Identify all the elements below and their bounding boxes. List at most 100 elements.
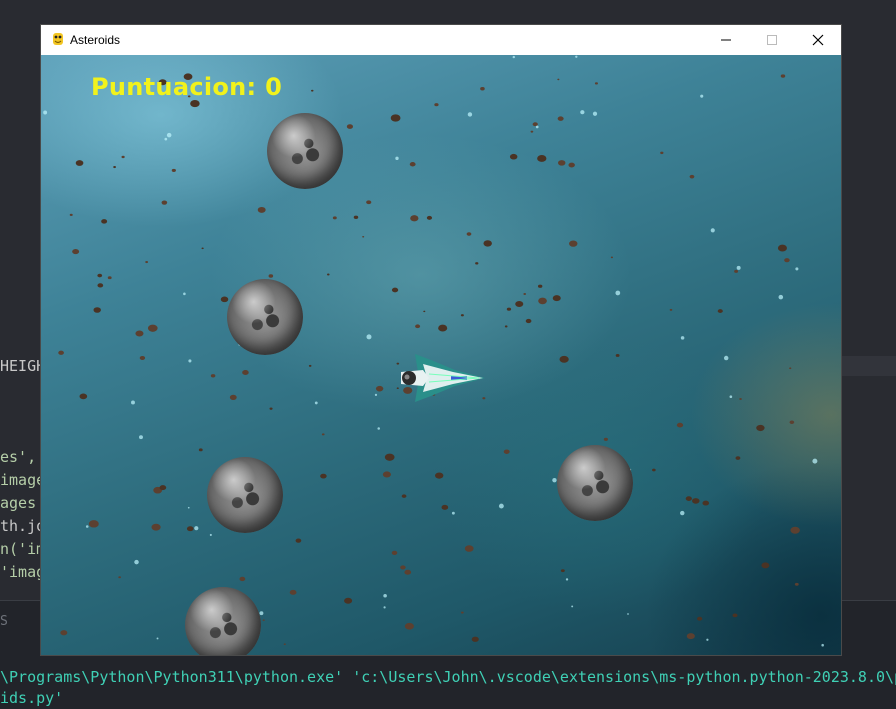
- debris-rock: [594, 82, 598, 85]
- debris-rock: [483, 240, 492, 247]
- maximize-button[interactable]: [749, 25, 795, 55]
- debris-rock: [538, 297, 547, 305]
- debris-rock: [552, 295, 561, 302]
- debris-rock: [530, 130, 534, 133]
- star: [615, 290, 621, 296]
- debris-rock: [283, 643, 286, 645]
- star: [374, 393, 378, 397]
- debris-rock: [382, 471, 391, 478]
- debris-rock: [242, 370, 249, 375]
- debris-rock: [344, 597, 353, 604]
- star: [377, 427, 380, 430]
- asteroid: [557, 445, 633, 521]
- star: [164, 137, 168, 141]
- editor-line: n('im: [0, 540, 46, 558]
- star: [778, 294, 784, 300]
- debris-rock: [480, 87, 485, 91]
- debris-rock: [262, 619, 265, 621]
- star: [571, 605, 574, 608]
- debris-rock: [401, 494, 407, 498]
- minimize-button[interactable]: [703, 25, 749, 55]
- star: [552, 477, 557, 483]
- close-button[interactable]: [795, 25, 841, 55]
- debris-rock: [660, 151, 664, 155]
- star: [383, 593, 387, 598]
- star: [85, 525, 89, 528]
- debris-rock: [702, 500, 710, 506]
- debris-rock: [537, 284, 543, 288]
- editor-line: HEIGH: [0, 357, 46, 375]
- game-canvas[interactable]: Puntuacion: 0: [41, 55, 841, 655]
- debris-rock: [320, 473, 327, 479]
- editor-line: es',: [0, 448, 37, 466]
- debris-rock: [475, 262, 479, 265]
- score-label: Puntuacion: 0: [91, 73, 283, 101]
- debris-rock: [326, 273, 330, 276]
- star: [680, 510, 685, 516]
- debris-rock: [93, 307, 101, 313]
- debris-rock: [121, 155, 125, 159]
- debris-rock: [97, 283, 104, 288]
- star: [259, 611, 264, 616]
- debris-rock: [400, 565, 406, 570]
- debris-rock: [147, 324, 158, 332]
- debris-rock: [210, 374, 216, 378]
- debris-rock: [79, 393, 88, 400]
- star: [723, 355, 729, 361]
- debris-rock: [537, 154, 547, 162]
- editor-current-line: [840, 356, 896, 376]
- editor-line: 'imag: [0, 563, 46, 581]
- debris-rock: [610, 256, 614, 259]
- debris-rock: [423, 310, 426, 313]
- star: [706, 638, 709, 641]
- debris-rock: [135, 330, 144, 337]
- debris-rock: [686, 633, 695, 640]
- star: [467, 112, 473, 117]
- debris-rock: [739, 397, 742, 401]
- debris-rock: [689, 174, 695, 179]
- debris-rock: [426, 215, 433, 220]
- star: [188, 359, 192, 363]
- debris-rock: [107, 276, 112, 280]
- debris-rock: [652, 468, 656, 472]
- debris-rock: [229, 394, 237, 400]
- star: [209, 533, 212, 536]
- debris-rock: [560, 569, 565, 573]
- editor-line: ages': [0, 494, 46, 512]
- debris-rock: [676, 422, 684, 428]
- star: [187, 506, 190, 509]
- window-titlebar[interactable]: Asteroids: [41, 25, 841, 55]
- debris-rock: [438, 324, 448, 332]
- debris-rock: [311, 89, 314, 92]
- debris-rock: [603, 437, 608, 441]
- asteroid: [267, 113, 343, 189]
- debris-rock: [615, 354, 620, 357]
- asteroid: [185, 587, 261, 655]
- debris-rock: [391, 287, 399, 293]
- debris-rock: [784, 258, 790, 263]
- star: [592, 111, 598, 116]
- debris-rock: [139, 355, 146, 360]
- debris-rock: [151, 523, 161, 531]
- star: [156, 637, 159, 640]
- debris-rock: [366, 200, 372, 205]
- debris-rock: [190, 99, 200, 108]
- debris-rock: [415, 324, 421, 329]
- debris-rock: [685, 496, 692, 501]
- debris-rock: [257, 206, 266, 213]
- debris-rock: [523, 293, 527, 296]
- debris-rock: [669, 308, 673, 311]
- debris-rock: [756, 424, 765, 432]
- star: [139, 435, 143, 440]
- debris-rock: [58, 350, 64, 355]
- star: [183, 292, 186, 296]
- debris-rock: [460, 611, 464, 614]
- debris-rock: [697, 616, 703, 621]
- asteroid: [227, 279, 303, 355]
- debris-rock: [269, 407, 273, 410]
- star: [512, 55, 516, 59]
- debris-rock: [220, 296, 229, 303]
- debris-rock: [268, 274, 274, 278]
- editor-line: th.jo: [0, 517, 46, 535]
- debris-rock: [346, 124, 354, 129]
